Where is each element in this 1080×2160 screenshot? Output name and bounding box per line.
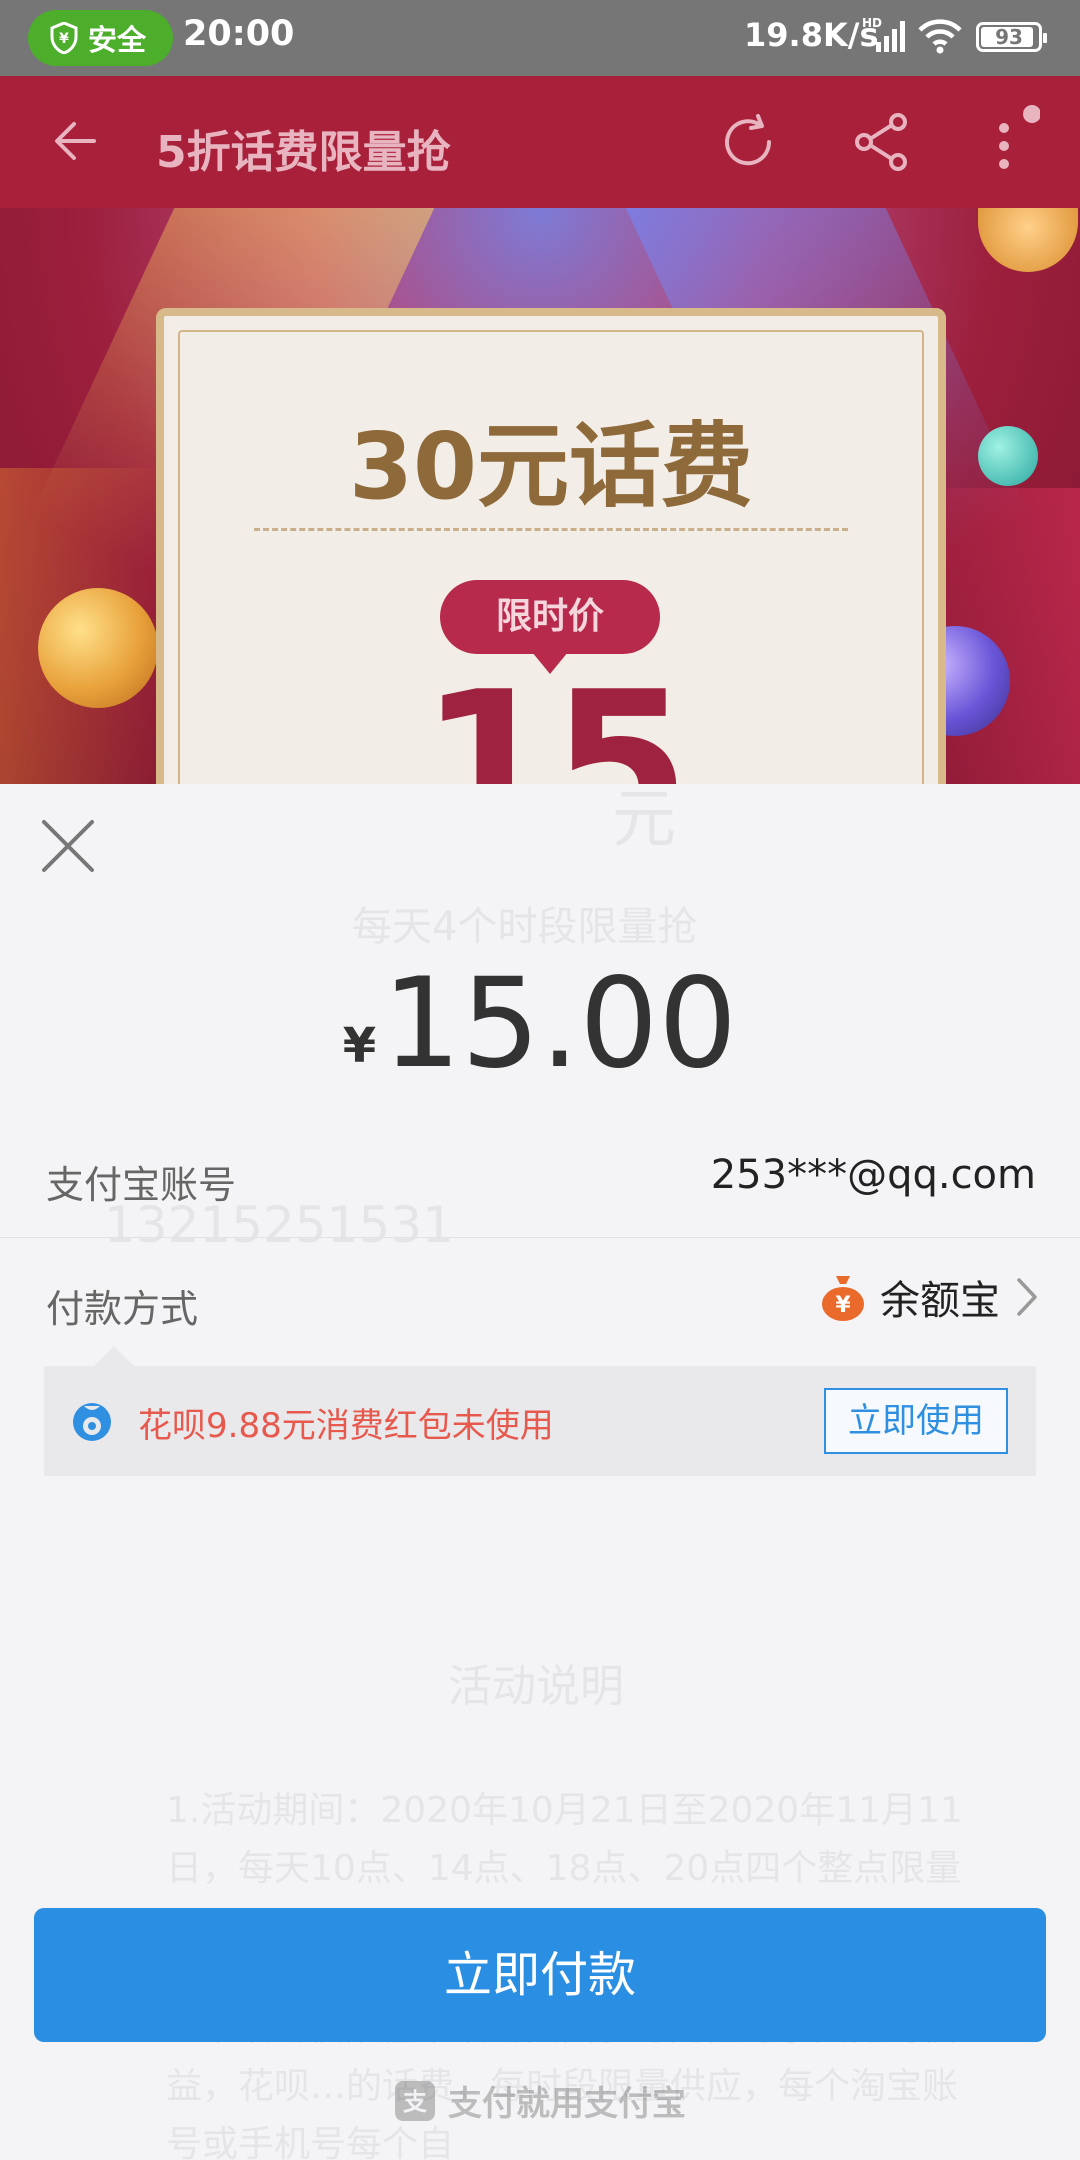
battery-indicator: 93 [976,22,1047,52]
back-arrow-icon[interactable] [50,116,100,166]
wifi-icon [918,19,962,54]
svg-text:HD: HD [862,16,882,30]
payment-method-value: 余额宝 [880,1278,1000,1324]
share-icon[interactable] [852,112,912,172]
alipay-logo-icon: 支 [395,2080,435,2121]
ghost-section-title: 活动说明 [448,1661,624,1712]
coupon-card: 30元话费 限时价 15 [156,308,946,784]
payment-method-label: 付款方式 [46,1287,199,1331]
svg-text:¥: ¥ [835,1293,851,1318]
footer-logo: 支 支付就用支付宝 [0,2076,1080,2125]
payment-method-row[interactable]: 付款方式 ¥ 余额宝 [0,1238,1080,1362]
cellular-signal-icon: HD [862,16,905,52]
decorative-ball [978,208,1078,272]
close-icon[interactable] [36,814,100,878]
refresh-icon[interactable] [718,112,778,172]
pay-now-button[interactable]: 立即付款 [34,1908,1046,2042]
huabei-promo-banner: 花呗9.88元消费红包未使用 立即使用 [44,1346,1036,1476]
shield-icon: ¥ [50,22,78,54]
promo-banner: 30元话费 限时价 15 [0,208,1080,784]
more-options-icon[interactable] [996,104,1040,178]
page-title: 5折话费限量抢 [156,127,451,178]
svg-text:¥: ¥ [59,31,69,47]
account-row: 支付宝账号 253***@qq.com [0,1114,1080,1238]
promo-text: 花呗9.88元消费红包未使用 [138,1406,554,1446]
limited-price-tag: 限时价 [440,580,660,674]
decorative-ball [978,426,1038,486]
ghost-subtitle: 每天4个时段限量抢 [352,904,698,950]
banner-title: 30元话费 [348,413,754,520]
payment-sheet: 元 每天4个时段限量抢 13215251531 活动说明 1.活动期间：2020… [0,783,1080,2160]
currency-symbol: ¥ [342,1018,377,1074]
network-speed: 19.8K/s [744,16,879,54]
status-bar: ¥ 安全 20:00 19.8K/s HD 93 [0,0,1080,76]
status-time: 20:00 [183,14,295,54]
payment-method-selector[interactable]: ¥ 余额宝 [820,1268,1040,1326]
chevron-right-icon [1017,1278,1037,1316]
secure-badge: ¥ 安全 [28,10,173,66]
amount-value: 15.00 [382,952,738,1096]
app-header: 5折话费限量抢 [0,76,1080,208]
decorative-ball [38,588,158,708]
huabei-icon [73,1403,111,1441]
payment-amount: ¥15.00 [0,952,1080,1096]
use-now-button[interactable]: 立即使用 [824,1388,1008,1454]
secure-label: 安全 [88,23,147,57]
money-bag-icon: ¥ [822,1276,864,1321]
svg-text:支: 支 [403,2088,428,2116]
banner-price: 15 [419,649,690,785]
battery-level: 93 [995,25,1023,49]
footer-text: 支付就用支付宝 [448,2084,686,2124]
account-value: 253***@qq.com [710,1152,1036,1198]
account-label: 支付宝账号 [46,1163,237,1207]
